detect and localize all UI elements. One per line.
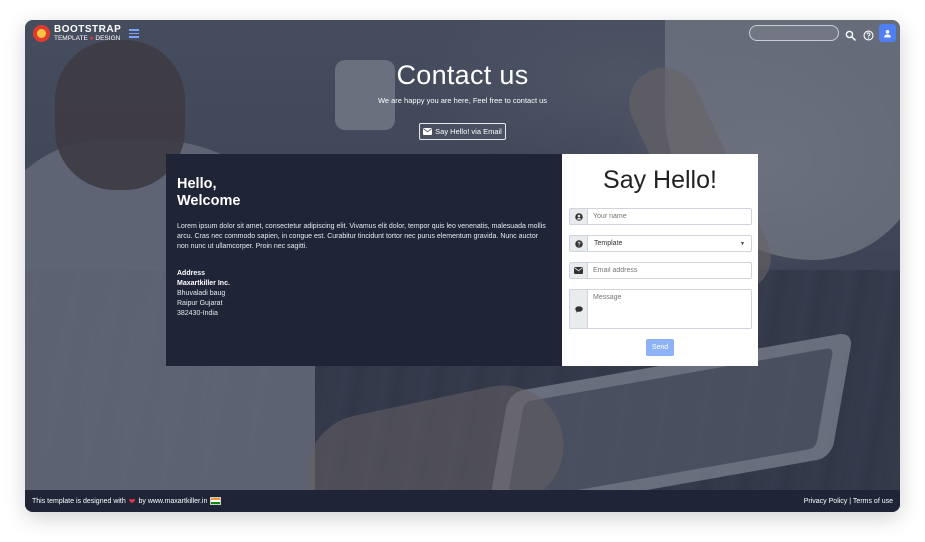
- hamburger-icon[interactable]: [129, 29, 139, 39]
- email-row: [569, 262, 752, 279]
- address-line: 382430-India: [177, 310, 218, 317]
- greeting-line2: Welcome: [177, 193, 241, 209]
- brand-name: BOOTSTRAP: [54, 24, 122, 35]
- address-label: Address: [177, 270, 206, 277]
- envelope-icon: [423, 128, 433, 135]
- welcome-body: Lorem ipsum dolor sit amet, consectetur …: [177, 223, 546, 250]
- privacy-policy-link[interactable]: Privacy Policy: [804, 498, 848, 505]
- template-select-value: Template: [594, 240, 623, 247]
- message-textarea[interactable]: [587, 289, 752, 329]
- contact-form: Say Hello! Template ▼: [562, 154, 758, 366]
- terms-of-use-link[interactable]: Terms of use: [853, 498, 893, 505]
- caret-down-icon: ▼: [740, 241, 745, 247]
- address-company: Maxartkiller Inc.: [177, 280, 230, 287]
- name-input[interactable]: [587, 208, 752, 225]
- greeting-line1: Hello,: [177, 176, 217, 192]
- page-subtitle: We are happy you are here, Feel free to …: [377, 96, 548, 105]
- footer-credit-prefix: This template is designed with: [32, 497, 126, 505]
- email-input[interactable]: [587, 262, 752, 279]
- india-flag-icon: [210, 497, 222, 505]
- brand-tagline-left: TEMPLATE: [54, 35, 88, 42]
- help-icon[interactable]: [863, 28, 874, 41]
- say-hello-email-label: Say Hello! via Email: [435, 127, 502, 136]
- user-icon: [884, 29, 891, 37]
- heart-icon: ❤: [128, 496, 136, 506]
- template-select[interactable]: Template ▼: [587, 235, 752, 252]
- user-circle-icon: [569, 208, 587, 225]
- brand-logo[interactable]: BOOTSTRAP TEMPLATE ● DESIGN: [33, 25, 121, 43]
- footer: This template is designed with ❤ by www.…: [25, 490, 900, 512]
- brand-tagline-right: DESIGN: [95, 35, 121, 42]
- footer-credit-suffix: by www.maxartkiller.in: [138, 497, 208, 505]
- form-title: Say Hello!: [603, 166, 717, 194]
- say-hello-email-button[interactable]: Say Hello! via Email: [419, 123, 506, 140]
- envelope-icon: [569, 262, 587, 279]
- footer-separator: |: [849, 497, 852, 505]
- name-row: [569, 208, 752, 225]
- search-icon[interactable]: [845, 28, 856, 41]
- app-window: BOOTSTRAP TEMPLATE ● DESIGN Contact us W…: [25, 20, 900, 512]
- page-title: Contact us: [396, 60, 529, 90]
- logo-icon: [33, 25, 50, 43]
- template-row: Template ▼: [569, 235, 752, 252]
- address-line: Bhuvaladi baug: [177, 290, 226, 297]
- message-row: [569, 289, 752, 329]
- user-button[interactable]: [879, 24, 896, 42]
- brand-dot-icon: ●: [89, 35, 94, 42]
- top-navbar: BOOTSTRAP TEMPLATE ● DESIGN: [25, 20, 900, 48]
- send-button[interactable]: Send: [646, 339, 674, 356]
- welcome-panel: Hello, Welcome Lorem ipsum dolor sit ame…: [166, 154, 562, 366]
- question-circle-icon: [569, 235, 587, 252]
- search-input[interactable]: [749, 25, 839, 41]
- address-line: Raipur Gujarat: [177, 300, 223, 307]
- comment-icon: [569, 289, 587, 329]
